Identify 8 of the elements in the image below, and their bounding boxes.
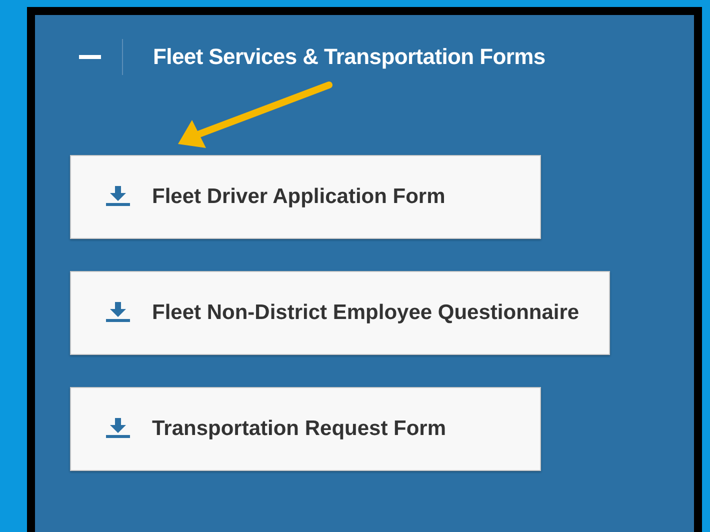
minus-icon bbox=[79, 55, 101, 59]
download-icon bbox=[106, 302, 130, 322]
download-button[interactable]: Fleet Driver Application Form bbox=[70, 155, 541, 239]
download-icon bbox=[106, 186, 130, 206]
download-button[interactable]: Fleet Non-District Employee Questionnaire bbox=[70, 271, 610, 355]
section-title: Fleet Services & Transportation Forms bbox=[153, 44, 546, 70]
download-icon bbox=[106, 418, 130, 438]
download-button[interactable]: Transportation Request Form bbox=[70, 387, 541, 471]
